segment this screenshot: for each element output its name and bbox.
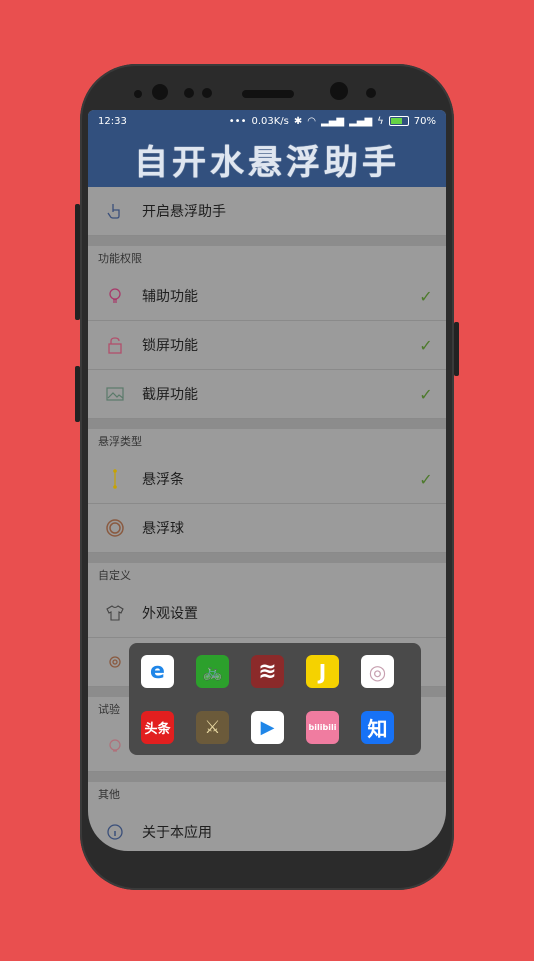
earpiece-speaker (242, 90, 294, 98)
image-icon (88, 387, 142, 401)
signal-icon: ▂▄▆ (349, 115, 373, 127)
hand-pointer-icon (88, 202, 142, 220)
sensor-dot (202, 88, 212, 98)
lightbulb-icon (88, 287, 142, 305)
more-icon: ••• (228, 115, 247, 127)
j-app-icon[interactable]: J (306, 655, 339, 688)
sensor-dot (366, 88, 376, 98)
lockscreen-row[interactable]: 锁屏功能 ✓ (88, 321, 446, 370)
check-icon: ✓ (419, 286, 433, 306)
section-divider (88, 419, 446, 429)
enable-assistant-row[interactable]: 开启悬浮助手 (88, 187, 446, 236)
enable-assistant-label: 开启悬浮助手 (142, 204, 226, 220)
accessibility-label: 辅助功能 (142, 289, 198, 305)
check-icon: ✓ (419, 384, 433, 404)
toutiao-app-icon[interactable]: 头条 (141, 711, 174, 744)
shirt-icon (88, 605, 142, 621)
front-camera (330, 82, 348, 100)
about-row[interactable]: 关于本应用 (88, 808, 446, 851)
section-title-custom: 自定义 (98, 569, 131, 582)
section-title-permissions: 功能权限 (98, 252, 142, 265)
pubg-app-icon[interactable]: ⚔ (196, 711, 229, 744)
float-ball-row[interactable]: 悬浮球 (88, 504, 446, 553)
section-title-other: 其他 (98, 788, 120, 801)
netease-app-icon[interactable]: ≋ (251, 655, 284, 688)
about-label: 关于本应用 (142, 825, 212, 841)
app-header: 自开水悬浮助手 (88, 132, 446, 187)
lockscreen-label: 锁屏功能 (142, 338, 198, 354)
info-icon (88, 824, 142, 840)
front-camera (152, 84, 168, 100)
float-bar-icon (88, 469, 142, 489)
app-title: 自开水悬浮助手 (134, 143, 400, 183)
bluetooth-icon: ✱ (293, 115, 303, 127)
status-bar: 12:33 ••• 0.03K/s ✱ ◠ ▂▄▆ ▂▄▆ ϟ 70% (88, 110, 446, 132)
battery-icon (388, 116, 409, 126)
screenshot-label: 截屏功能 (142, 387, 198, 403)
float-bar-row[interactable]: 悬浮条 ✓ (88, 455, 446, 504)
float-ball-label: 悬浮球 (142, 521, 184, 537)
dotted-circle-app-icon[interactable]: ◎ (361, 655, 394, 688)
floating-app-launcher: e 🚲 ≋ J ◎ 头条 ⚔ ▶ bilibili 知 (129, 643, 421, 755)
section-divider (88, 236, 446, 246)
float-bar-label: 悬浮条 (142, 472, 184, 488)
float-ball-icon (88, 518, 142, 538)
section-title-float-type: 悬浮类型 (98, 435, 142, 448)
youku-app-icon[interactable]: ▶ (251, 711, 284, 744)
phone-frame: 12:33 ••• 0.03K/s ✱ ◠ ▂▄▆ ▂▄▆ ϟ 70% 自开水悬… (75, 64, 459, 890)
ie-browser-app-icon[interactable]: e (141, 655, 174, 688)
network-speed: 0.03K/s (251, 115, 289, 127)
accessibility-row[interactable]: 辅助功能 ✓ (88, 272, 446, 321)
bilibili-app-icon[interactable]: bilibili (306, 711, 339, 744)
status-time: 12:33 (98, 115, 127, 127)
sensor-dot (134, 90, 142, 98)
check-icon: ✓ (419, 469, 433, 489)
volume-button (75, 204, 80, 320)
bike-app-icon[interactable]: 🚲 (196, 655, 229, 688)
battery-level: 70% (413, 115, 436, 127)
wifi-icon: ◠ (307, 115, 316, 127)
check-icon: ✓ (419, 335, 433, 355)
lock-icon (88, 336, 142, 354)
side-button (75, 366, 80, 422)
screen: 12:33 ••• 0.03K/s ✱ ◠ ▂▄▆ ▂▄▆ ϟ 70% 自开水悬… (88, 110, 446, 851)
section-divider (88, 772, 446, 782)
power-button (454, 322, 459, 376)
zhihu-app-icon[interactable]: 知 (361, 711, 394, 744)
screenshot-row[interactable]: 截屏功能 ✓ (88, 370, 446, 419)
appearance-row[interactable]: 外观设置 (88, 589, 446, 638)
section-divider (88, 553, 446, 563)
appearance-label: 外观设置 (142, 606, 198, 622)
sensor-dot (184, 88, 194, 98)
charging-icon: ϟ (377, 115, 384, 127)
signal-icon: ▂▄▆ (321, 115, 345, 127)
